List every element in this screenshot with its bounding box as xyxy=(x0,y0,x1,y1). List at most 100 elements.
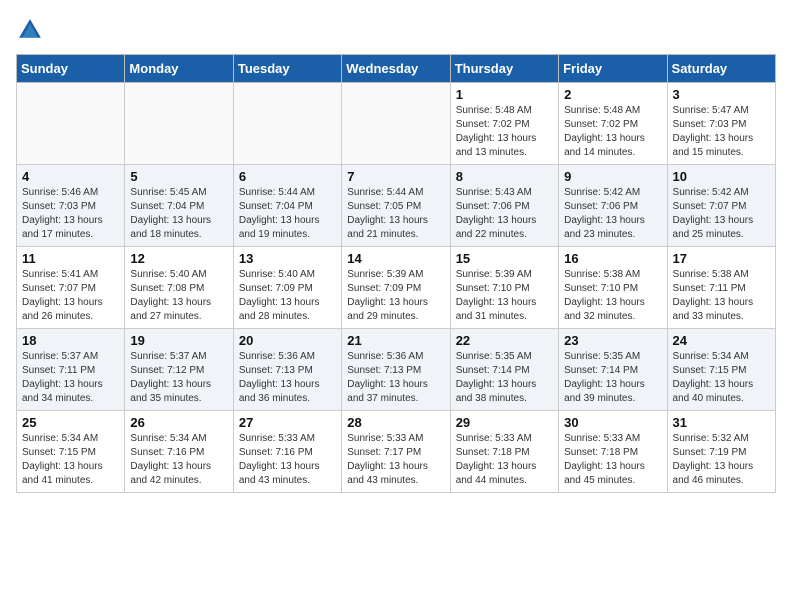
day-info: Sunrise: 5:34 AM Sunset: 7:15 PM Dayligh… xyxy=(673,350,770,406)
logo xyxy=(16,16,48,44)
day-header-thursday: Thursday xyxy=(450,55,558,83)
calendar-day-cell: 11 Sunrise: 5:41 AM Sunset: 7:07 PM Dayli… xyxy=(17,247,125,329)
calendar-week-row: 11 Sunrise: 5:41 AM Sunset: 7:07 PM Dayli… xyxy=(17,247,776,329)
day-number: 24 xyxy=(673,333,770,348)
calendar-day-cell: 17 Sunrise: 5:38 AM Sunset: 7:11 PM Dayli… xyxy=(667,247,775,329)
day-number: 29 xyxy=(456,415,553,430)
day-info: Sunrise: 5:44 AM Sunset: 7:05 PM Dayligh… xyxy=(347,186,444,242)
day-number: 28 xyxy=(347,415,444,430)
day-info: Sunrise: 5:48 AM Sunset: 7:02 PM Dayligh… xyxy=(456,104,553,160)
day-number: 30 xyxy=(564,415,661,430)
day-number: 23 xyxy=(564,333,661,348)
day-header-tuesday: Tuesday xyxy=(233,55,341,83)
calendar-day-cell: 2 Sunrise: 5:48 AM Sunset: 7:02 PM Daylig… xyxy=(559,83,667,165)
calendar-day-cell: 16 Sunrise: 5:38 AM Sunset: 7:10 PM Dayli… xyxy=(559,247,667,329)
calendar-day-cell: 21 Sunrise: 5:36 AM Sunset: 7:13 PM Dayli… xyxy=(342,329,450,411)
calendar-day-cell: 19Sunrise: 5:37 AM Sunset: 7:12 PM Dayli… xyxy=(125,329,233,411)
day-number: 20 xyxy=(239,333,336,348)
day-info: Sunrise: 5:45 AM Sunset: 7:04 PM Dayligh… xyxy=(130,186,227,242)
day-info: Sunrise: 5:41 AM Sunset: 7:07 PM Dayligh… xyxy=(22,268,119,324)
empty-cell xyxy=(342,83,450,165)
calendar-day-cell: 7 Sunrise: 5:44 AM Sunset: 7:05 PM Daylig… xyxy=(342,165,450,247)
calendar-day-cell: 25Sunrise: 5:34 AM Sunset: 7:15 PM Dayli… xyxy=(17,411,125,493)
calendar-table: SundayMondayTuesdayWednesdayThursdayFrid… xyxy=(16,54,776,493)
day-info: Sunrise: 5:35 AM Sunset: 7:14 PM Dayligh… xyxy=(456,350,553,406)
day-number: 21 xyxy=(347,333,444,348)
day-number: 5 xyxy=(130,169,227,184)
day-info: Sunrise: 5:34 AM Sunset: 7:16 PM Dayligh… xyxy=(130,432,227,488)
day-info: Sunrise: 5:46 AM Sunset: 7:03 PM Dayligh… xyxy=(22,186,119,242)
day-info: Sunrise: 5:38 AM Sunset: 7:10 PM Dayligh… xyxy=(564,268,661,324)
calendar-day-cell: 10 Sunrise: 5:42 AM Sunset: 7:07 PM Dayli… xyxy=(667,165,775,247)
calendar-day-cell: 13 Sunrise: 5:40 AM Sunset: 7:09 PM Dayli… xyxy=(233,247,341,329)
day-number: 10 xyxy=(673,169,770,184)
calendar-day-cell: 12 Sunrise: 5:40 AM Sunset: 7:08 PM Dayli… xyxy=(125,247,233,329)
day-header-wednesday: Wednesday xyxy=(342,55,450,83)
day-number: 22 xyxy=(456,333,553,348)
day-info: Sunrise: 5:38 AM Sunset: 7:11 PM Dayligh… xyxy=(673,268,770,324)
calendar-header-row: SundayMondayTuesdayWednesdayThursdayFrid… xyxy=(17,55,776,83)
day-info: Sunrise: 5:43 AM Sunset: 7:06 PM Dayligh… xyxy=(456,186,553,242)
day-number: 27 xyxy=(239,415,336,430)
day-header-sunday: Sunday xyxy=(17,55,125,83)
calendar-week-row: 25Sunrise: 5:34 AM Sunset: 7:15 PM Dayli… xyxy=(17,411,776,493)
day-number: 14 xyxy=(347,251,444,266)
day-info: Sunrise: 5:42 AM Sunset: 7:07 PM Dayligh… xyxy=(673,186,770,242)
calendar-day-cell: 26 Sunrise: 5:34 AM Sunset: 7:16 PM Dayli… xyxy=(125,411,233,493)
day-info: Sunrise: 5:35 AM Sunset: 7:14 PM Dayligh… xyxy=(564,350,661,406)
day-number: 19 xyxy=(130,333,227,348)
calendar-day-cell: 8Sunrise: 5:43 AM Sunset: 7:06 PM Daylig… xyxy=(450,165,558,247)
calendar-day-cell: 15 Sunrise: 5:39 AM Sunset: 7:10 PM Dayli… xyxy=(450,247,558,329)
day-number: 26 xyxy=(130,415,227,430)
calendar-day-cell: 1 Sunrise: 5:48 AM Sunset: 7:02 PM Daylig… xyxy=(450,83,558,165)
day-number: 17 xyxy=(673,251,770,266)
calendar-day-cell: 31Sunrise: 5:32 AM Sunset: 7:19 PM Dayli… xyxy=(667,411,775,493)
day-info: Sunrise: 5:33 AM Sunset: 7:18 PM Dayligh… xyxy=(456,432,553,488)
day-number: 7 xyxy=(347,169,444,184)
empty-cell xyxy=(17,83,125,165)
day-info: Sunrise: 5:36 AM Sunset: 7:13 PM Dayligh… xyxy=(239,350,336,406)
day-info: Sunrise: 5:33 AM Sunset: 7:16 PM Dayligh… xyxy=(239,432,336,488)
calendar-day-cell: 6Sunrise: 5:44 AM Sunset: 7:04 PM Daylig… xyxy=(233,165,341,247)
day-number: 15 xyxy=(456,251,553,266)
day-number: 1 xyxy=(456,87,553,102)
day-info: Sunrise: 5:33 AM Sunset: 7:17 PM Dayligh… xyxy=(347,432,444,488)
calendar-day-cell: 4 Sunrise: 5:46 AM Sunset: 7:03 PM Daylig… xyxy=(17,165,125,247)
calendar-week-row: 1 Sunrise: 5:48 AM Sunset: 7:02 PM Daylig… xyxy=(17,83,776,165)
calendar-day-cell: 22 Sunrise: 5:35 AM Sunset: 7:14 PM Dayli… xyxy=(450,329,558,411)
day-number: 25 xyxy=(22,415,119,430)
calendar-week-row: 4 Sunrise: 5:46 AM Sunset: 7:03 PM Daylig… xyxy=(17,165,776,247)
calendar-week-row: 18Sunrise: 5:37 AM Sunset: 7:11 PM Dayli… xyxy=(17,329,776,411)
day-info: Sunrise: 5:42 AM Sunset: 7:06 PM Dayligh… xyxy=(564,186,661,242)
calendar-day-cell: 27 Sunrise: 5:33 AM Sunset: 7:16 PM Dayli… xyxy=(233,411,341,493)
day-info: Sunrise: 5:40 AM Sunset: 7:08 PM Dayligh… xyxy=(130,268,227,324)
day-number: 12 xyxy=(130,251,227,266)
calendar-day-cell: 18Sunrise: 5:37 AM Sunset: 7:11 PM Dayli… xyxy=(17,329,125,411)
day-number: 11 xyxy=(22,251,119,266)
day-number: 31 xyxy=(673,415,770,430)
day-number: 6 xyxy=(239,169,336,184)
empty-cell xyxy=(125,83,233,165)
calendar-day-cell: 9Sunrise: 5:42 AM Sunset: 7:06 PM Daylig… xyxy=(559,165,667,247)
calendar-day-cell: 3Sunrise: 5:47 AM Sunset: 7:03 PM Daylig… xyxy=(667,83,775,165)
calendar-day-cell: 14 Sunrise: 5:39 AM Sunset: 7:09 PM Dayli… xyxy=(342,247,450,329)
day-info: Sunrise: 5:39 AM Sunset: 7:10 PM Dayligh… xyxy=(456,268,553,324)
day-number: 3 xyxy=(673,87,770,102)
day-info: Sunrise: 5:33 AM Sunset: 7:18 PM Dayligh… xyxy=(564,432,661,488)
page-header xyxy=(16,16,776,44)
calendar-day-cell: 24 Sunrise: 5:34 AM Sunset: 7:15 PM Dayli… xyxy=(667,329,775,411)
day-number: 18 xyxy=(22,333,119,348)
day-info: Sunrise: 5:48 AM Sunset: 7:02 PM Dayligh… xyxy=(564,104,661,160)
day-info: Sunrise: 5:40 AM Sunset: 7:09 PM Dayligh… xyxy=(239,268,336,324)
day-header-saturday: Saturday xyxy=(667,55,775,83)
day-header-monday: Monday xyxy=(125,55,233,83)
calendar-day-cell: 30 Sunrise: 5:33 AM Sunset: 7:18 PM Dayli… xyxy=(559,411,667,493)
day-number: 13 xyxy=(239,251,336,266)
calendar-day-cell: 29 Sunrise: 5:33 AM Sunset: 7:18 PM Dayli… xyxy=(450,411,558,493)
day-number: 4 xyxy=(22,169,119,184)
day-info: Sunrise: 5:36 AM Sunset: 7:13 PM Dayligh… xyxy=(347,350,444,406)
day-info: Sunrise: 5:39 AM Sunset: 7:09 PM Dayligh… xyxy=(347,268,444,324)
day-number: 16 xyxy=(564,251,661,266)
calendar-day-cell: 20 Sunrise: 5:36 AM Sunset: 7:13 PM Dayli… xyxy=(233,329,341,411)
day-number: 2 xyxy=(564,87,661,102)
